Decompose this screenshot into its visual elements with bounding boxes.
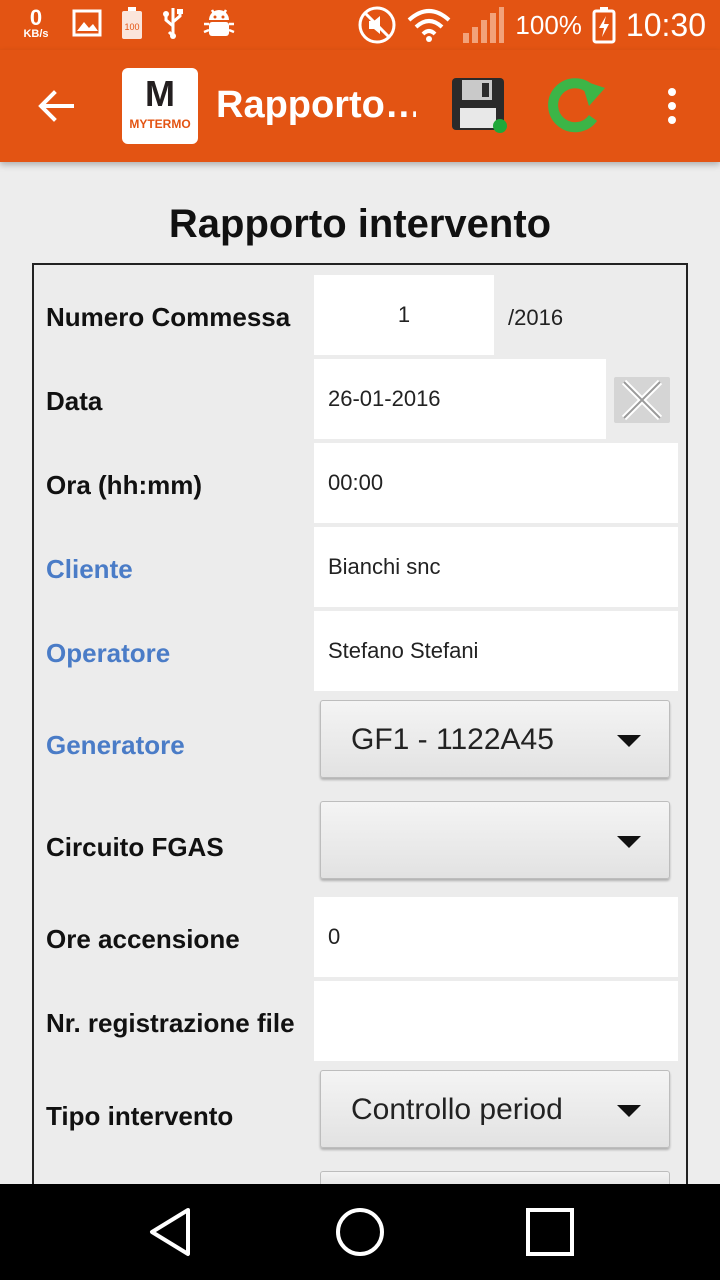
nr-registrazione-input[interactable] (314, 981, 678, 1061)
tipo-intervento-selected: Controllo periodico (351, 1093, 561, 1126)
network-speed-value: 0 (29, 4, 43, 30)
usb-icon (163, 8, 183, 39)
label-numero-commessa: Numero Commessa (46, 302, 291, 332)
label-nr-registrazione-file: Nr. registrazione file (46, 1008, 295, 1038)
mute-icon (358, 6, 396, 44)
app-bar-title: Rapporto… (216, 84, 416, 126)
dropdown-arrow-icon (617, 735, 641, 747)
image-icon (72, 9, 102, 37)
android-debug-icon (203, 9, 235, 36)
operatore-input[interactable]: Stefano Stefani (314, 611, 678, 691)
status-bar: 0 KB/s 100 100% 10:30 (0, 0, 720, 50)
label-data: Data (46, 386, 103, 416)
numero-commessa-year: /2016 (508, 305, 564, 330)
circuito-fgas-dropdown[interactable] (320, 801, 670, 879)
svg-text:100: 100 (124, 22, 139, 32)
label-tipo-intervento: Tipo intervento (46, 1101, 234, 1131)
close-icon (621, 379, 663, 421)
label-circuito-fgas: Circuito FGAS (46, 832, 224, 862)
dropdown-arrow-icon (617, 836, 641, 848)
generatore-dropdown[interactable]: GF1 - 1122A45 (320, 700, 670, 778)
navigation-bar (0, 1184, 720, 1280)
ora-input[interactable]: 00:00 (314, 443, 678, 523)
network-speed: 0 KB/s (18, 4, 54, 40)
home-circle-icon[interactable] (332, 1204, 388, 1260)
cliente-input[interactable]: Bianchi snc (314, 527, 678, 607)
label-ore-accensione: Ore accensione (46, 924, 240, 954)
numero-commessa-input[interactable]: 1 (314, 275, 494, 355)
label-generatore[interactable]: Generatore (46, 730, 185, 761)
page-title: Rapporto intervento (168, 202, 552, 246)
label-cliente[interactable]: Cliente (46, 554, 133, 585)
signal-icon (463, 7, 505, 43)
logo-text: MYTERMO (129, 117, 191, 131)
back-arrow-icon[interactable] (36, 86, 76, 126)
save-icon[interactable] (450, 76, 510, 136)
label-ora: Ora (hh:mm) (46, 470, 202, 500)
label-operatore[interactable]: Operatore (46, 638, 170, 669)
network-speed-unit: KB/s (23, 27, 49, 40)
tipo-intervento-dropdown[interactable]: Controllo periodico (320, 1070, 670, 1148)
battery-percent: 100% (515, 9, 582, 40)
back-triangle-icon[interactable] (144, 1204, 200, 1260)
battery-100-icon: 100 (122, 7, 142, 39)
clock: 10:30 (625, 6, 706, 43)
ore-accensione-input[interactable]: 0 (314, 897, 678, 977)
dropdown-arrow-icon (617, 1105, 641, 1117)
app-logo: M MYTERMO (122, 68, 198, 144)
wifi-icon (408, 9, 451, 42)
generatore-selected: GF1 - 1122A45 (351, 723, 554, 756)
recents-square-icon[interactable] (522, 1204, 578, 1260)
logo-mark: M (145, 73, 175, 114)
clear-date-button[interactable] (614, 377, 670, 423)
data-input[interactable]: 26-01-2016 (314, 359, 606, 439)
refresh-icon[interactable] (545, 74, 607, 138)
app-bar: M MYTERMO Rapporto… (0, 50, 720, 162)
battery-charging-icon (592, 7, 616, 44)
report-form: Numero Commessa 1 /2016 Data 26-01-2016 … (32, 263, 688, 1223)
more-vert-icon[interactable] (660, 86, 684, 126)
